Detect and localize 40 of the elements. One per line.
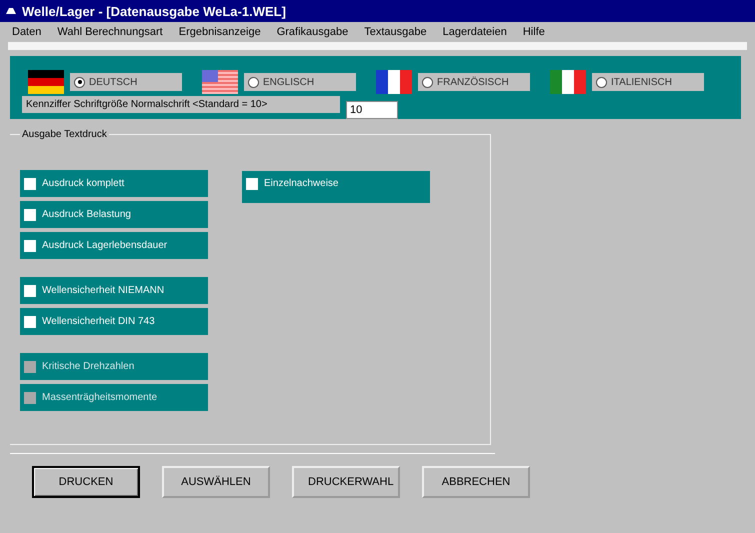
checkbox-option[interactable]: Einzelnachweise	[242, 171, 430, 203]
menu-item[interactable]: Daten	[12, 26, 42, 38]
flag-icon	[28, 70, 64, 94]
action-button[interactable]: AUSWÄHLEN	[162, 466, 270, 498]
radio-label: ENGLISCH	[263, 76, 314, 88]
action-button[interactable]: ABBRECHEN	[422, 466, 530, 498]
menu-item[interactable]: Ergebnisanzeige	[178, 26, 261, 38]
flag-icon	[376, 70, 412, 94]
group-title: Ausgabe Textdruck	[21, 129, 108, 140]
checkbox[interactable]	[24, 240, 36, 252]
radio-label: ITALIENISCH	[611, 76, 672, 88]
checkbox[interactable]	[24, 178, 36, 190]
menu-item[interactable]: Hilfe	[522, 26, 545, 38]
radio-label: FRANZÖSISCH	[437, 76, 509, 88]
menu-item[interactable]: Textausgabe	[364, 26, 427, 38]
action-button[interactable]: DRUCKERWAHL	[292, 466, 400, 498]
app-icon	[5, 5, 17, 17]
checkbox-option[interactable]: Wellensicherheit DIN 743	[20, 308, 208, 335]
flag-icon	[550, 70, 586, 94]
menu-item[interactable]: Wahl Berechnungsart	[57, 26, 163, 38]
radio-label: DEUTSCH	[89, 76, 138, 88]
language-radio[interactable]: DEUTSCH	[70, 73, 182, 91]
checkbox[interactable]	[24, 316, 36, 328]
checkbox-option[interactable]: Wellensicherheit NIEMANN	[20, 277, 208, 304]
window-title: Welle/Lager - [Datenausgabe WeLa-1.WEL]	[22, 4, 286, 18]
flag-icon	[202, 70, 238, 94]
checkbox[interactable]	[24, 284, 36, 296]
checkbox-option[interactable]: Ausdruck Lagerlebensdauer	[20, 232, 208, 259]
language-radio[interactable]: ENGLISCH	[244, 73, 356, 91]
checkbox[interactable]	[246, 178, 258, 190]
checkbox[interactable]	[24, 208, 36, 220]
menu-item[interactable]: Grafikausgabe	[276, 26, 348, 38]
language-radio[interactable]: ITALIENISCH	[592, 73, 704, 91]
font-size-field[interactable]: 10	[346, 101, 398, 119]
font-size-label: Kennziffer Schriftgröße Normalschrift <Standard = 10>	[22, 96, 340, 113]
action-button[interactable]: DRUCKEN	[32, 466, 140, 498]
checkbox-option[interactable]: Ausdruck komplett	[20, 170, 208, 197]
language-radio[interactable]: FRANZÖSISCH	[418, 73, 530, 91]
checkbox-option[interactable]: Ausdruck Belastung	[20, 201, 208, 228]
menu-item[interactable]: Lagerdateien	[442, 26, 507, 38]
